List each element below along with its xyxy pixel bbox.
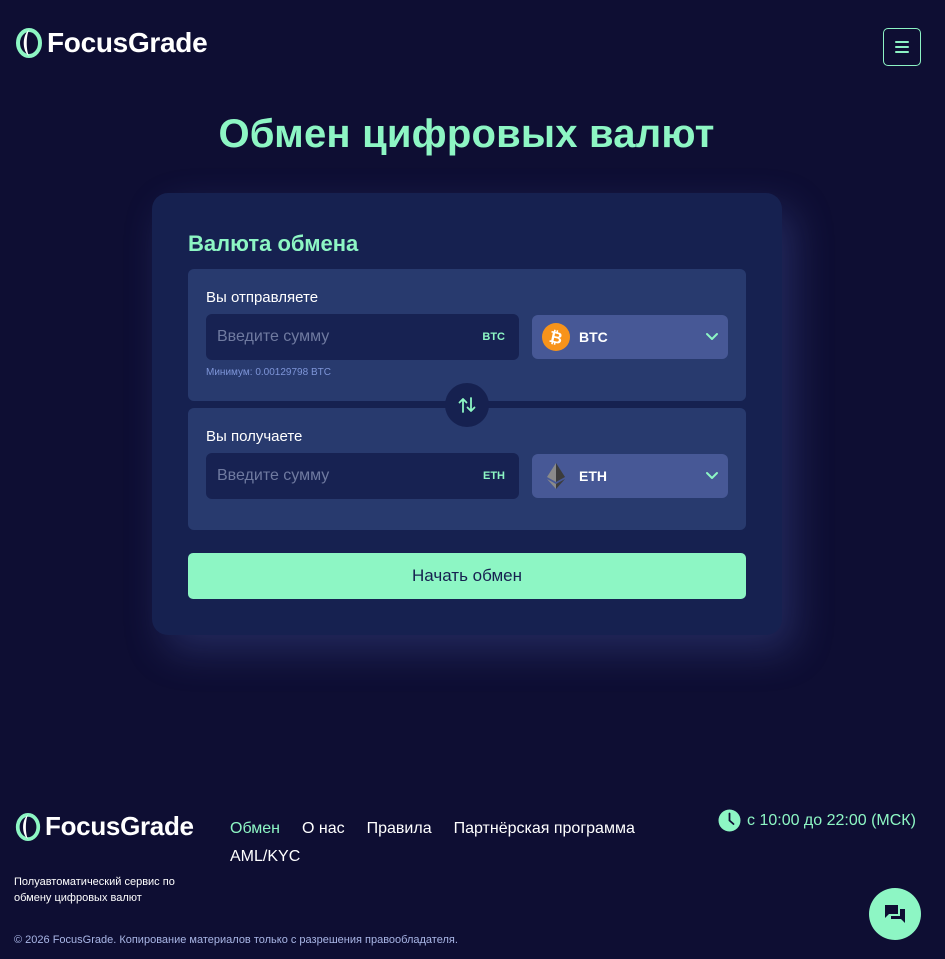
- chat-icon: [885, 905, 905, 923]
- copyright: © 2026 FocusGrade. Копирование материало…: [14, 934, 458, 946]
- receive-currency-name: ETH: [579, 468, 607, 484]
- footer-nav-partner[interactable]: Партнёрская программа: [454, 820, 635, 838]
- swap-arrows-icon: [458, 397, 476, 413]
- receive-label: Вы получаете: [206, 428, 303, 445]
- swap-button[interactable]: [445, 383, 489, 427]
- logo-text: FocusGrade: [47, 27, 208, 58]
- exchange-card: Валюта обмена Вы отправляете BTC ₿ BTC М…: [152, 193, 782, 635]
- footer-description: Полуавтоматический сервис по обмену цифр…: [14, 876, 175, 904]
- send-amount-field: BTC: [206, 314, 519, 360]
- bitcoin-icon: ₿: [542, 323, 570, 351]
- receive-amount-unit: ETH: [483, 470, 505, 482]
- header-logo[interactable]: FocusGrade: [14, 27, 208, 59]
- hours-text: с 10:00 до 22:00 (МСК): [747, 811, 916, 829]
- logo-mark-icon: [15, 812, 41, 841]
- page-title: Обмен цифровых валют: [218, 112, 715, 156]
- exchange-card-title: Валюта обмена: [188, 231, 359, 256]
- page: FocusGrade Обмен цифровых валют Валюта о…: [0, 0, 945, 959]
- chevron-down-icon: [706, 333, 718, 340]
- footer-logo[interactable]: FocusGrade: [14, 811, 194, 842]
- send-amount-unit: BTC: [482, 331, 505, 343]
- logo-mark-icon: [16, 28, 42, 58]
- receive-amount-input[interactable]: [206, 453, 466, 499]
- ethereum-icon: [547, 463, 565, 489]
- chevron-down-icon: [706, 472, 718, 479]
- footer-nav-exchange[interactable]: Обмен: [230, 820, 280, 838]
- footer-nav-rules[interactable]: Правила: [367, 820, 432, 838]
- receive-currency-select[interactable]: ETH: [532, 454, 728, 498]
- chat-button[interactable]: [869, 888, 921, 940]
- clock-icon: [718, 809, 741, 832]
- logo-text: FocusGrade: [45, 811, 194, 841]
- start-exchange-button[interactable]: Начать обмен: [188, 553, 746, 599]
- send-panel: Вы отправляете BTC ₿ BTC Минимум: 0.0012…: [188, 269, 746, 401]
- send-currency-name: BTC: [579, 329, 608, 345]
- send-label: Вы отправляете: [206, 289, 319, 306]
- working-hours: с 10:00 до 22:00 (МСК): [718, 809, 916, 832]
- send-amount-input[interactable]: [206, 314, 466, 360]
- receive-amount-field: ETH: [206, 453, 519, 499]
- send-minimum: Минимум: 0.00129798 BTC: [206, 367, 331, 378]
- footer-nav: Обмен О нас Правила Партнёрская программ…: [230, 815, 670, 871]
- send-currency-select[interactable]: ₿ BTC: [532, 315, 728, 359]
- footer-nav-aml-kyc[interactable]: AML/KYC: [230, 848, 300, 866]
- footer-nav-about[interactable]: О нас: [302, 820, 345, 838]
- hamburger-menu-icon[interactable]: [883, 28, 921, 66]
